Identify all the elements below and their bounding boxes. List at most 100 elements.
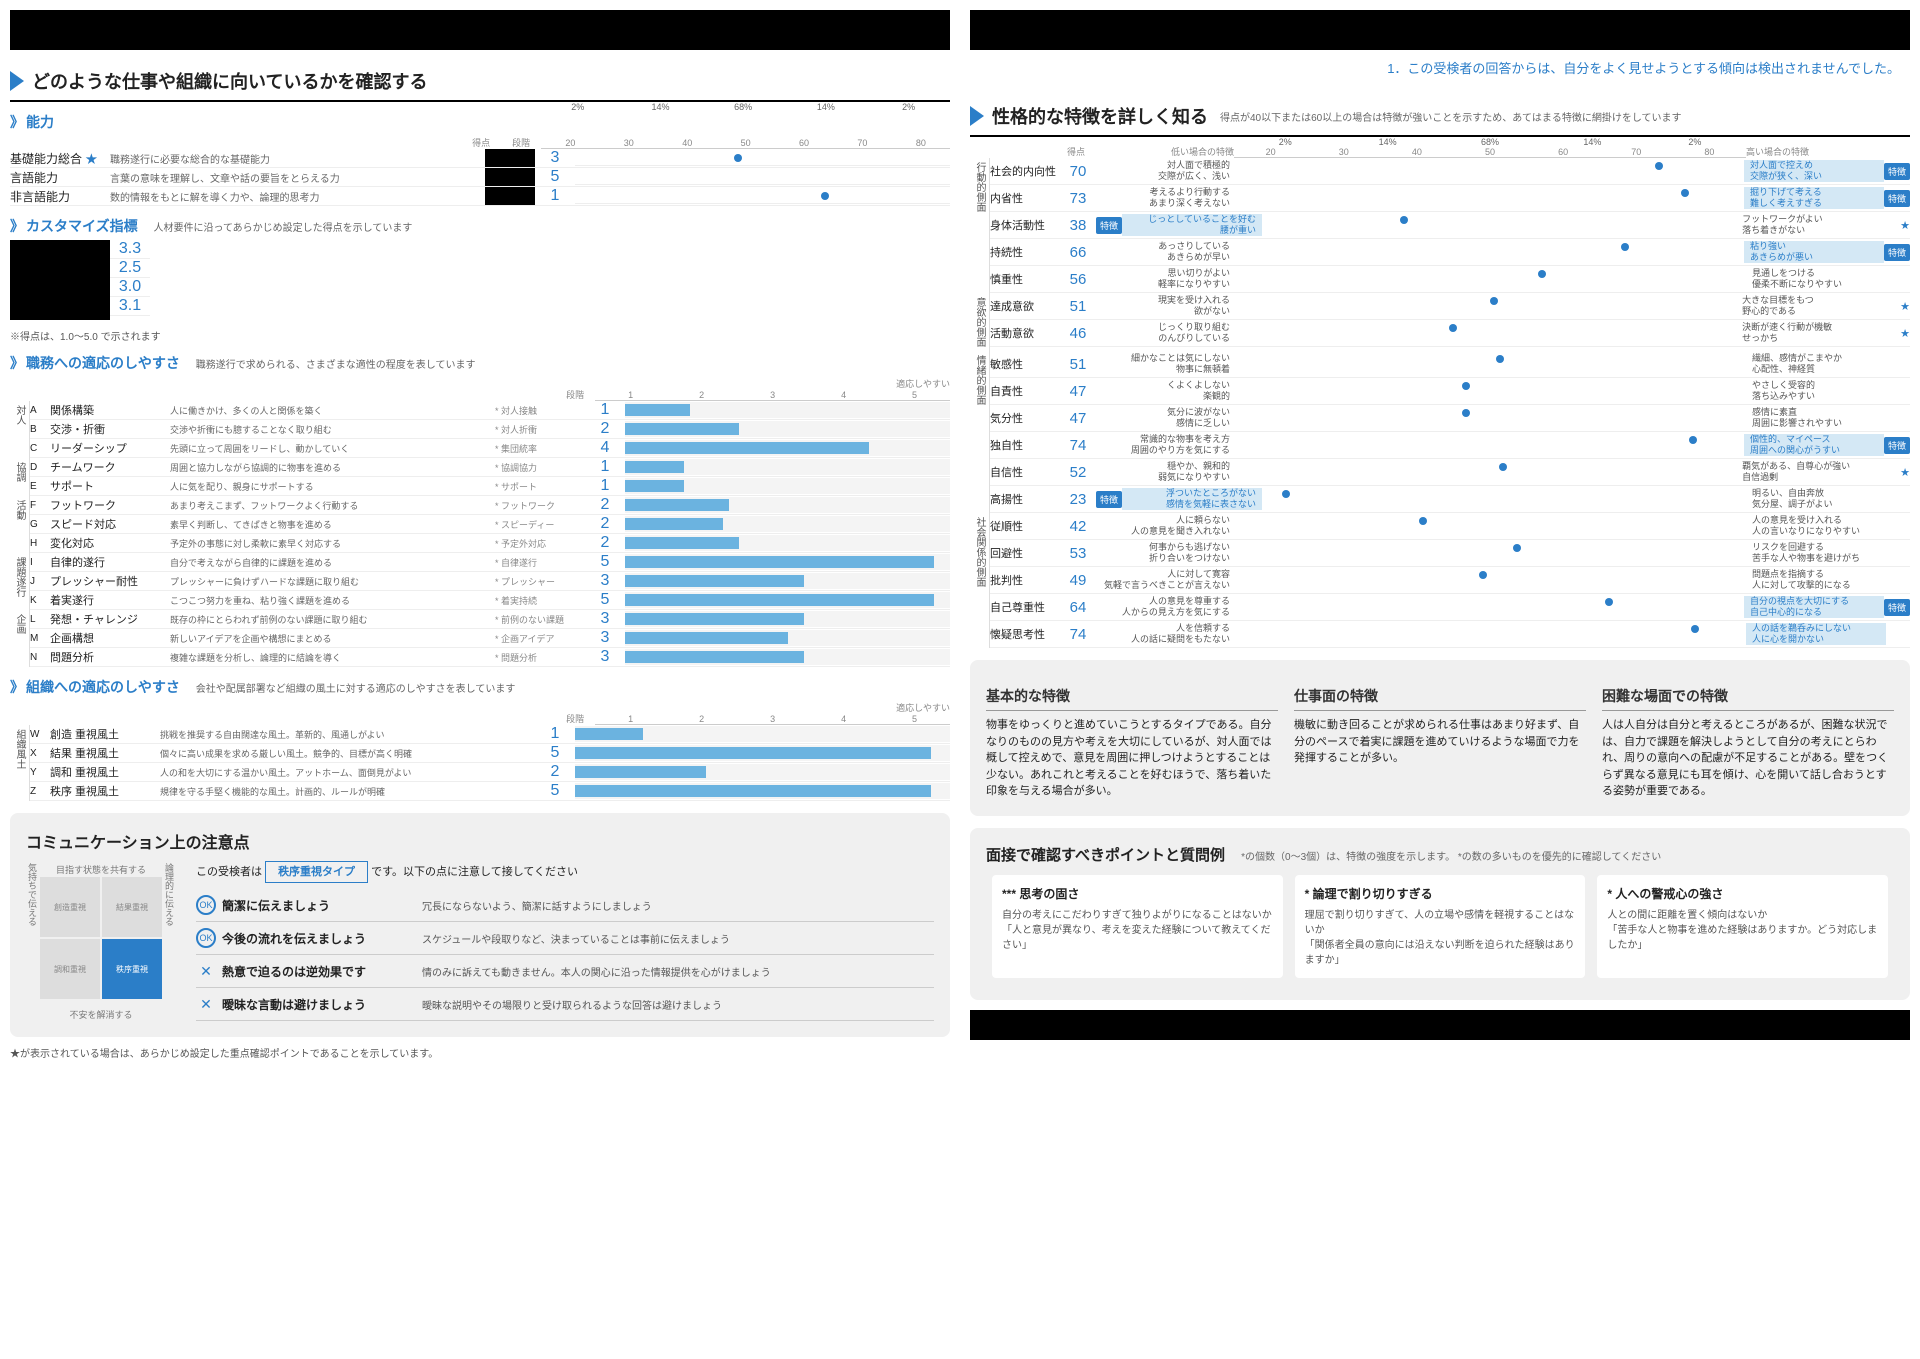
redacted-score bbox=[485, 168, 535, 186]
trait-high: 人の意見を受け入れる人の言いなりになりやすい bbox=[1746, 515, 1886, 537]
trait-dot bbox=[1621, 243, 1629, 251]
trait-high: 繊細、感情がこまやか心配性、神経質 bbox=[1746, 353, 1886, 375]
trait-group-label: 意欲的側面 bbox=[970, 293, 990, 351]
quad-cell: 結果重視 bbox=[102, 877, 162, 937]
trait-dist: 2%14%68%14%2% bbox=[1234, 137, 1746, 147]
customize-header: カスタマイズ指標 人材要件に沿ってあらかじめ設定した得点を示しています bbox=[10, 216, 950, 236]
trait-low: くよくよしない楽観的 bbox=[1096, 380, 1236, 402]
feature-title: 基本的な特徴 bbox=[986, 686, 1278, 711]
group-label: 活動 bbox=[10, 496, 30, 553]
feature-badge: 特徴 bbox=[1884, 437, 1910, 454]
star-icon: ★ bbox=[1900, 466, 1910, 479]
stage-label: 段階 bbox=[555, 388, 595, 401]
ability-header: 能力 bbox=[10, 112, 536, 132]
trait-high: 問題点を指摘する人に対して攻撃的になる bbox=[1746, 569, 1886, 591]
trait-score: 64 bbox=[1060, 599, 1096, 616]
trait-low: 考えるより行動するあまり深く考えない bbox=[1096, 187, 1236, 209]
group-label: 組織風土 bbox=[10, 725, 30, 801]
feature-text: 機敏に動き回ることが求められる仕事はあまり好まず、自分のペースで着実に課題を進め… bbox=[1294, 717, 1586, 767]
customize-score: 3.3 bbox=[110, 240, 150, 259]
feature-badge: 特徴 bbox=[1096, 491, 1122, 508]
trait-row: 回避性 53 何事からも逃げない折り合いをつけない リスクを回避する苦手な人や物… bbox=[990, 540, 1910, 567]
stage-label: 段階 bbox=[501, 136, 541, 149]
trait-score: 49 bbox=[1060, 572, 1096, 589]
trait-dot bbox=[1691, 625, 1699, 633]
trait-dot bbox=[1479, 571, 1487, 579]
trait-dot bbox=[1496, 355, 1504, 363]
trait-row: 達成意欲 51 現実を受け入れる欲がない 大きな目標をもつ野心的である ★ bbox=[990, 293, 1910, 320]
ability-dist: 2%14%68%14%2% bbox=[536, 102, 950, 112]
trait-dot bbox=[1462, 382, 1470, 390]
trait-row: 懐疑思考性 74 人を信頼する人の話に疑問をもたない 人の話を鵜呑みにしない人に… bbox=[990, 621, 1910, 648]
legend: 適応しやすい bbox=[595, 377, 950, 390]
right-title: 性格的な特徴を詳しく知る 得点が40以下または60以上の場合は特徴が強いことを示… bbox=[970, 97, 1910, 137]
trait-high: やさしく受容的落ち込みやすい bbox=[1746, 380, 1886, 402]
trait-high: 見通しをつける優柔不断になりやすい bbox=[1746, 268, 1886, 290]
comm-tip: ✕ 曖昧な言動は避けましょう 曖昧な説明やその場限りと受け取られるような回答は避… bbox=[196, 988, 934, 1021]
trait-row: 内省性 73 考えるより行動するあまり深く考えない 掘り下げて考える難しく考えす… bbox=[990, 185, 1910, 212]
left-footnote: ★が表示されている場合は、あらかじめ設定した重点確認ポイントであることを示してい… bbox=[10, 1045, 950, 1060]
trait-row: 批判性 49 人に対して寛容気軽で言うべきことが言えない 問題点を指摘する人に対… bbox=[990, 567, 1910, 594]
trait-low: 気分に波がない感情に乏しい bbox=[1096, 407, 1236, 429]
jobadapt-row: D チームワーク 周囲と協力しながら協調的に物事を進める * 協調協力 1 bbox=[30, 458, 950, 477]
orgadapt-row: W 創造 重視風土 挑戦を推奨する自由闊達な風土。革新的、風通しがよい 1 bbox=[30, 725, 950, 744]
trait-low: 細かなことは気にしない物事に無頓着 bbox=[1096, 353, 1236, 375]
feature-title: 仕事面の特徴 bbox=[1294, 686, 1586, 711]
trait-row: 活動意欲 46 じっくり取り組むのんびりしている 決断が速く行動が機敏せっかち … bbox=[990, 320, 1910, 347]
stage-value: 5 bbox=[535, 168, 575, 186]
orgadapt-header: 組織への適応のしやすさ 会社や配属部署など組織の風土に対する適応のしやすさを表し… bbox=[10, 677, 950, 697]
trait-score: 51 bbox=[1060, 298, 1096, 315]
trait-high: フットワークがよい落ち着きがない bbox=[1736, 214, 1876, 236]
trait-low: 人の意見を尊重する人からの見え方を気にする bbox=[1096, 596, 1236, 618]
trait-low: 人に対して寛容気軽で言うべきことが言えない bbox=[1096, 569, 1236, 591]
customize-score: 2.5 bbox=[110, 259, 150, 278]
left-page: どのような仕事や組織に向いているかを確認する 能力 2%14%68%14%2% … bbox=[10, 10, 950, 1060]
feature-column: 困難な場面での特徴 人は人自分は自分と考えるところがあるが、困難な状況では、自力… bbox=[1602, 686, 1894, 800]
trait-low: じっくり取り組むのんびりしている bbox=[1096, 322, 1236, 344]
orgadapt-axis: 12345 bbox=[595, 714, 950, 725]
trait-high: 対人面で控えめ交際が狭く、深い bbox=[1744, 160, 1884, 182]
trait-dot bbox=[1513, 544, 1521, 552]
customize-score: 3.0 bbox=[110, 278, 150, 297]
stage-value: 1 bbox=[535, 187, 575, 205]
feature-badge: 特徴 bbox=[1884, 244, 1910, 261]
trait-score: 70 bbox=[1060, 163, 1096, 180]
question-title: *** 思考の固さ bbox=[1002, 885, 1273, 902]
jobadapt-row: A 関係構築 人に働きかけ、多くの人と関係を築く * 対人接触 1 bbox=[30, 401, 950, 420]
comm-tip: OK 簡潔に伝えましょう 冗長にならないよう、簡潔に話すようにしましょう bbox=[196, 889, 934, 922]
ability-row: 基礎能力総合 ★ 職務遂行に必要な総合的な基礎能力 3 bbox=[10, 149, 950, 168]
interview-box: 面接で確認すべきポイントと質問例 *の個数（0～3個）は、特徴の強度を示します。… bbox=[970, 828, 1910, 1000]
trait-dot bbox=[1689, 436, 1697, 444]
trait-row: 高揚性 23 特徴 浮ついたところがない感情を気軽に表さない 明るい、自由奔放気… bbox=[990, 486, 1910, 513]
trait-score: 42 bbox=[1060, 518, 1096, 535]
star-icon: ★ bbox=[1900, 327, 1910, 340]
trait-high: 大きな目標をもつ野心的である bbox=[1736, 295, 1876, 317]
trait-low: 人に頼らない人の意見を聞き入れない bbox=[1096, 515, 1236, 537]
trait-high: 決断が速く行動が機敏せっかち bbox=[1736, 322, 1876, 344]
interview-question-box: * 論理で割り切りすぎる 理屈で割り切りすぎて、人の立場や感情を軽視することはな… bbox=[1295, 875, 1586, 978]
interview-question-box: *** 思考の固さ 自分の考えにこだわりすぎて独りよがりになることはないか「人と… bbox=[992, 875, 1283, 978]
low-label: 低い場合の特徴 bbox=[1094, 145, 1234, 158]
trait-low: 思い切りがよい軽率になりやすい bbox=[1096, 268, 1236, 290]
trait-row: 慎重性 56 思い切りがよい軽率になりやすい 見通しをつける優柔不断になりやすい bbox=[990, 266, 1910, 293]
trait-low: 穏やか、親和的弱気になりやすい bbox=[1096, 461, 1236, 483]
jobadapt-row: H 変化対応 予定外の事態に対し柔軟に素早く対応する * 予定外対応 2 bbox=[30, 534, 950, 553]
customize-footnote: ※得点は、1.0～5.0 で示されます bbox=[10, 328, 950, 343]
trait-row: 気分性 47 気分に波がない感情に乏しい 感情に素直周囲に影響されやすい bbox=[990, 405, 1910, 432]
redacted-customize bbox=[10, 240, 110, 320]
ability-axis: 20304050607080 bbox=[541, 138, 950, 149]
question-title: * 論理で割り切りすぎる bbox=[1305, 885, 1576, 902]
orgadapt-row: Z 秩序 重視風土 規律を守る手堅く機能的な風土。計画的、ルールが明確 5 bbox=[30, 782, 950, 801]
star-icon: ★ bbox=[1900, 300, 1910, 313]
trait-score: 73 bbox=[1060, 190, 1096, 207]
trait-low: あっさりしているあきらめが早い bbox=[1096, 241, 1236, 263]
trait-score: 53 bbox=[1060, 545, 1096, 562]
jobadapt-header: 職務への適応のしやすさ 職務遂行で求められる、さまざまな適性の程度を表しています bbox=[10, 353, 950, 373]
right-page: 1．この受検者の回答からは、自分をよく見せようとする傾向は検出されませんでした。… bbox=[970, 10, 1910, 1060]
quad-cell: 秩序重視 bbox=[102, 939, 162, 999]
trait-score: 23 bbox=[1060, 491, 1096, 508]
comm-quadrant: 目指す状態を共有する 不安を解消する 気持ちで伝える 論理的に伝える 創造重視結… bbox=[26, 863, 176, 1021]
stage-value: 3 bbox=[535, 149, 575, 167]
jobadapt-row: B 交渉・折衝 交渉や折衝にも臆することなく取り組む * 対人折衝 2 bbox=[30, 420, 950, 439]
orgadapt-row: Y 調和 重視風土 人の和を大切にする温かい風土。アットホーム、面倒見がよい 2 bbox=[30, 763, 950, 782]
